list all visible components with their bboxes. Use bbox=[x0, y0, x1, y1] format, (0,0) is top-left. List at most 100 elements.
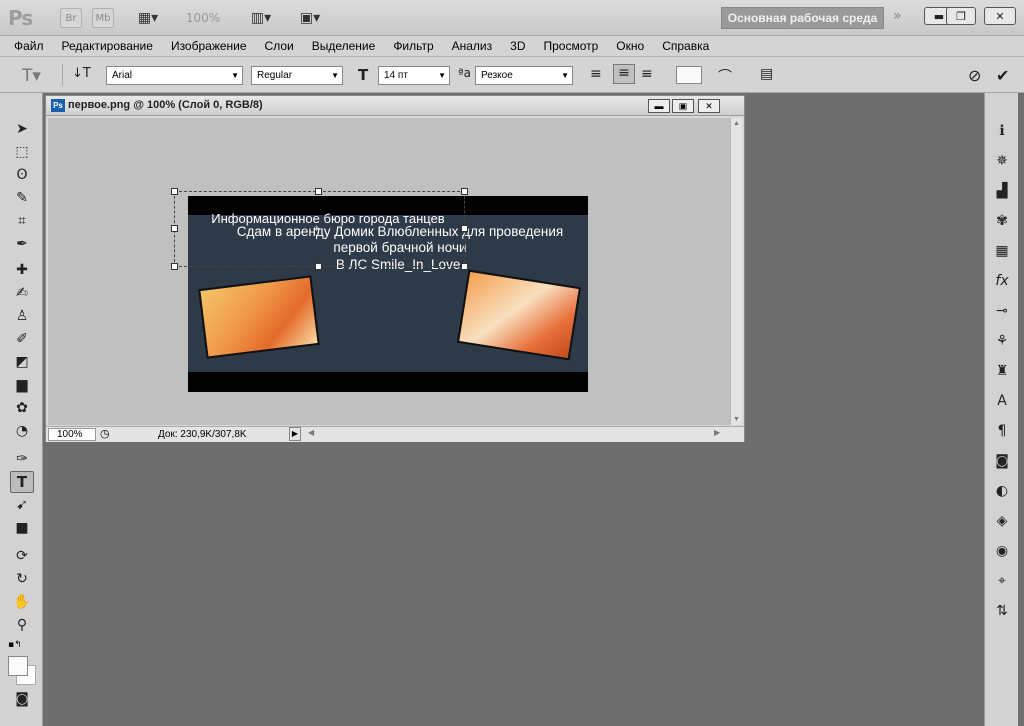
menu-file[interactable]: Файл bbox=[14, 39, 44, 53]
menu-filter[interactable]: Фильтр bbox=[393, 39, 433, 53]
paths-panel-icon[interactable]: ⌖ bbox=[991, 571, 1013, 591]
window-close-button[interactable]: ✕ bbox=[984, 7, 1016, 25]
pen-tool-icon[interactable]: ✑ bbox=[10, 448, 34, 470]
text-color-swatch[interactable] bbox=[676, 66, 702, 84]
character-panel-icon[interactable]: A bbox=[991, 391, 1013, 411]
menu-window[interactable]: Окно bbox=[616, 39, 644, 53]
menu-edit[interactable]: Редактирование bbox=[62, 39, 153, 53]
warp-text-icon[interactable]: ⌒ bbox=[718, 66, 732, 86]
clone-stamp-tool-icon[interactable]: ♙ bbox=[10, 305, 34, 327]
bbox-handle[interactable] bbox=[171, 188, 178, 195]
layers-panel-icon[interactable]: ◈ bbox=[991, 511, 1013, 531]
info-panel-icon[interactable]: ℹ bbox=[991, 121, 1013, 141]
doc-close-button[interactable]: ✕ bbox=[698, 99, 720, 113]
type-tool-icon[interactable]: T bbox=[10, 471, 34, 493]
menu-analysis[interactable]: Анализ bbox=[452, 39, 493, 53]
menu-layers[interactable]: Слои bbox=[265, 39, 294, 53]
toggle-text-orientation-icon[interactable]: ↓T bbox=[72, 66, 91, 81]
document-title-bar[interactable]: Ps первое.png @ 100% (Слой 0, RGB/8) ▬ ▣… bbox=[46, 96, 744, 116]
zoom-tool-icon[interactable]: ⚲ bbox=[10, 614, 34, 636]
bbox-handle[interactable] bbox=[461, 263, 468, 270]
bridge-button[interactable]: Br bbox=[60, 8, 82, 28]
quick-mask-icon[interactable]: ◙ bbox=[10, 688, 34, 710]
commit-edits-icon[interactable]: ✔ bbox=[996, 66, 1009, 85]
align-left-icon[interactable]: ≡ bbox=[590, 66, 602, 82]
brushes-panel-icon[interactable]: ⚘ bbox=[991, 331, 1013, 351]
default-colors-icon[interactable]: ▪↰ bbox=[8, 640, 22, 650]
font-style-select[interactable]: Regular ▼ bbox=[251, 66, 343, 85]
dodge-tool-icon[interactable]: ◔ bbox=[10, 420, 34, 442]
workspace-switcher-button[interactable]: Основная рабочая среда bbox=[721, 7, 884, 29]
menu-view[interactable]: Просмотр bbox=[543, 39, 598, 53]
cancel-edits-icon[interactable]: ⊘ bbox=[968, 66, 981, 85]
vertical-scrollbar[interactable]: ▲ ▼ bbox=[730, 118, 742, 425]
bbox-handle[interactable] bbox=[461, 225, 468, 232]
menu-select[interactable]: Выделение bbox=[312, 39, 376, 53]
gradient-tool-icon[interactable]: ▆ bbox=[10, 374, 34, 396]
foreground-color-swatch[interactable] bbox=[8, 656, 28, 676]
canvas-area[interactable]: Информационное бюро города танцев Сдам в… bbox=[48, 118, 730, 425]
doc-minimize-button[interactable]: ▬ bbox=[648, 99, 670, 113]
lasso-tool-icon[interactable]: ʘ bbox=[10, 164, 34, 186]
histogram-panel-icon[interactable]: ▟ bbox=[991, 181, 1013, 201]
status-info-icon[interactable]: ◷ bbox=[100, 427, 110, 440]
bbox-handle[interactable] bbox=[315, 263, 322, 270]
bbox-handle[interactable] bbox=[315, 188, 322, 195]
doc-maximize-button[interactable]: ▣ bbox=[672, 99, 694, 113]
screen-mode-icon[interactable]: ▦▾ bbox=[130, 8, 166, 28]
bbox-handle[interactable] bbox=[461, 188, 468, 195]
window-restore-button[interactable]: ❐ bbox=[946, 7, 976, 25]
eraser-tool-icon[interactable]: ◩ bbox=[10, 351, 34, 373]
3d-orbit-tool-icon[interactable]: ↻ bbox=[10, 568, 34, 590]
menu-help[interactable]: Справка bbox=[662, 39, 709, 53]
font-family-select[interactable]: Arial ▼ bbox=[106, 66, 243, 85]
scroll-down-icon[interactable]: ▼ bbox=[733, 416, 740, 423]
bbox-handle[interactable] bbox=[171, 225, 178, 232]
zoom-level-dropdown[interactable]: 100% bbox=[178, 8, 228, 28]
history-brush-tool-icon[interactable]: ✐ bbox=[10, 328, 34, 350]
channels-panel-icon[interactable]: ◉ bbox=[991, 541, 1013, 561]
zoom-field[interactable]: 100% bbox=[48, 428, 96, 441]
quick-selection-tool-icon[interactable]: ✎ bbox=[10, 187, 34, 209]
blur-tool-icon[interactable]: ✿ bbox=[10, 397, 34, 419]
scroll-up-icon[interactable]: ▲ bbox=[733, 120, 740, 127]
masks-panel-icon[interactable]: ◙ bbox=[991, 451, 1013, 471]
menu-image[interactable]: Изображение bbox=[171, 39, 247, 53]
crop-tool-icon[interactable]: ⌗ bbox=[10, 210, 34, 232]
adjustment-panel-icon[interactable]: ◐ bbox=[991, 481, 1013, 501]
scroll-right-icon[interactable]: ▶ bbox=[714, 428, 720, 437]
eyedropper-tool-icon[interactable]: ✒ bbox=[10, 233, 34, 255]
paragraph-panel-icon[interactable]: ¶ bbox=[991, 421, 1013, 441]
antialias-select[interactable]: Резкое ▼ bbox=[475, 66, 573, 85]
history-panel-icon[interactable]: ⇅ bbox=[991, 601, 1013, 621]
styles-panel-icon[interactable]: fx bbox=[991, 271, 1013, 291]
shape-tool-icon[interactable]: ■ bbox=[10, 517, 34, 539]
document-window[interactable]: Ps первое.png @ 100% (Слой 0, RGB/8) ▬ ▣… bbox=[45, 95, 745, 442]
mini-bridge-button[interactable]: Mb bbox=[92, 8, 114, 28]
path-selection-tool-icon[interactable]: ➹ bbox=[10, 494, 34, 516]
color-panel-icon[interactable]: ✾ bbox=[991, 211, 1013, 231]
more-workspaces-icon[interactable]: » bbox=[893, 8, 902, 24]
hand-tool-icon[interactable]: ✋ bbox=[10, 591, 34, 613]
screen-layout-icon[interactable]: ▣▾ bbox=[292, 8, 328, 28]
3d-rotate-tool-icon[interactable]: ⟳ bbox=[10, 545, 34, 567]
healing-brush-tool-icon[interactable]: ✚ bbox=[10, 259, 34, 281]
arrange-documents-icon[interactable]: ▥▾ bbox=[243, 8, 279, 28]
navigator-panel-icon[interactable]: ✵ bbox=[991, 151, 1013, 171]
marquee-tool-icon[interactable]: ⬚ bbox=[10, 141, 34, 163]
move-tool-icon[interactable]: ➤ bbox=[10, 118, 34, 140]
align-center-icon[interactable]: ≡ bbox=[613, 64, 635, 84]
text-tool-preset-icon[interactable]: T▾ bbox=[22, 66, 41, 86]
bbox-handle[interactable] bbox=[171, 263, 178, 270]
character-panel-icon[interactable]: ▤ bbox=[760, 66, 773, 82]
align-right-icon[interactable]: ≡ bbox=[641, 66, 653, 82]
font-size-select[interactable]: 14 пт ▼ bbox=[378, 66, 450, 85]
scroll-left-icon[interactable]: ◀ bbox=[308, 428, 314, 437]
brush-tool-icon[interactable]: ✍ bbox=[10, 282, 34, 304]
reference-point-icon[interactable]: ⌖ bbox=[313, 221, 320, 236]
swatches-panel-icon[interactable]: ▦ bbox=[991, 241, 1013, 261]
adjustments-panel-icon[interactable]: ⊸ bbox=[991, 301, 1013, 321]
menu-3d[interactable]: 3D bbox=[510, 39, 525, 53]
clone-source-panel-icon[interactable]: ♜ bbox=[991, 361, 1013, 381]
status-menu-arrow[interactable]: ▶ bbox=[289, 427, 301, 441]
